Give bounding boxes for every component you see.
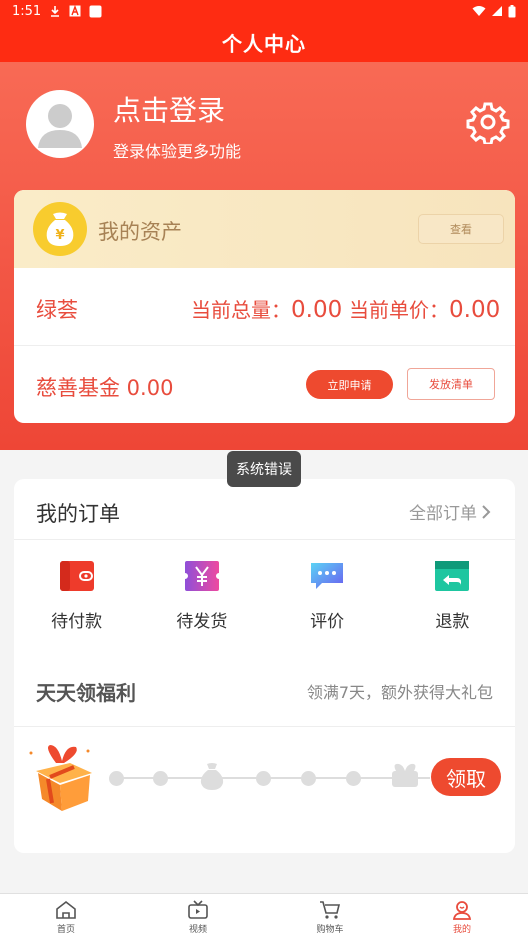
order-review[interactable]: 评价 bbox=[265, 540, 390, 640]
charity-fund-label: 慈善基金 0.00 bbox=[36, 376, 174, 400]
chevron-right-icon bbox=[482, 504, 491, 519]
orders-title: 我的订单 bbox=[36, 502, 120, 526]
yen-icon bbox=[182, 561, 221, 591]
app-icon bbox=[89, 5, 102, 17]
title-bar: 个人中心 bbox=[0, 22, 528, 62]
home-icon bbox=[56, 900, 76, 919]
all-orders-label: 全部订单 bbox=[409, 504, 477, 524]
tab-mine[interactable]: 我的 bbox=[396, 894, 528, 938]
orders-card: 我的订单 全部订单 待付款 待发货 评价 退款 天天领福利 领满7天，额外获得大… bbox=[14, 479, 515, 853]
order-item-label: 评价 bbox=[310, 612, 345, 632]
battery-icon bbox=[508, 4, 516, 17]
lvhui-total-label: 当前总量： bbox=[191, 298, 291, 322]
day-dot bbox=[256, 771, 271, 786]
orders-header: 我的订单 全部订单 bbox=[14, 479, 515, 540]
status-bar: 1:51 bbox=[0, 0, 528, 22]
font-icon bbox=[69, 5, 81, 17]
lvhui-price: 当前单价：0.00 bbox=[349, 294, 500, 323]
page-title: 个人中心 bbox=[222, 31, 306, 56]
login-subtitle: 登录体验更多功能 bbox=[113, 142, 242, 161]
login-title[interactable]: 点击登录 bbox=[113, 89, 225, 129]
day-dot bbox=[109, 771, 124, 786]
cart-icon bbox=[320, 901, 341, 919]
tv-icon bbox=[188, 900, 208, 919]
lvhui-total-value: 0.00 bbox=[291, 297, 343, 323]
assets-title: 我的资产 bbox=[98, 220, 182, 244]
day-dot bbox=[301, 771, 316, 786]
status-time: 1:51 bbox=[12, 3, 42, 19]
all-orders-link[interactable]: 全部订单 bbox=[409, 499, 491, 524]
tab-label: 视频 bbox=[188, 925, 207, 935]
assets-header: ¥ 我的资产 查看 bbox=[14, 190, 515, 268]
claim-button[interactable]: 领取 bbox=[431, 758, 501, 796]
welfare-title: 天天领福利 bbox=[36, 681, 136, 705]
lvhui-price-label: 当前单价： bbox=[349, 298, 449, 322]
day-dot bbox=[153, 771, 168, 786]
view-assets-button[interactable]: 查看 bbox=[418, 214, 504, 244]
order-pending-shipment[interactable]: 待发货 bbox=[139, 540, 264, 640]
tab-label: 购物车 bbox=[316, 925, 344, 935]
gear-icon[interactable] bbox=[466, 100, 510, 144]
money-bag-icon: ¥ bbox=[33, 202, 87, 256]
bottom-tab-bar: 首页 视频 购物车 我的 bbox=[0, 893, 528, 938]
signal-icon bbox=[492, 6, 502, 16]
order-item-label: 待付款 bbox=[51, 612, 103, 632]
tab-cart[interactable]: 购物车 bbox=[264, 894, 396, 938]
tab-home[interactable]: 首页 bbox=[0, 894, 132, 938]
tab-label: 我的 bbox=[452, 925, 471, 935]
order-status-list: 待付款 待发货 评价 退款 bbox=[14, 540, 515, 640]
money-bag-milestone-icon bbox=[200, 763, 224, 790]
avatar[interactable] bbox=[26, 90, 94, 158]
order-item-label: 待发货 bbox=[176, 612, 228, 632]
distribution-list-button[interactable]: 发放清单 bbox=[407, 368, 495, 400]
lvhui-label: 绿荟 bbox=[36, 298, 78, 322]
welfare-progress: 领取 bbox=[14, 729, 515, 819]
refund-icon bbox=[435, 561, 470, 591]
welfare-header: 天天领福利 领满7天，额外获得大礼包 bbox=[14, 665, 515, 727]
profile-icon bbox=[452, 901, 472, 920]
apply-now-button[interactable]: 立即申请 bbox=[306, 370, 393, 399]
user-icon bbox=[38, 104, 82, 148]
wallet-icon bbox=[59, 561, 94, 591]
tab-label: 首页 bbox=[56, 925, 75, 935]
download-icon bbox=[51, 6, 60, 17]
lvhui-price-value: 0.00 bbox=[449, 297, 501, 323]
gift-milestone-icon bbox=[392, 763, 418, 787]
comment-icon bbox=[311, 563, 344, 589]
day-dot bbox=[346, 771, 361, 786]
order-pending-payment[interactable]: 待付款 bbox=[14, 540, 139, 640]
order-refund[interactable]: 退款 bbox=[390, 540, 515, 640]
svg-text:¥: ¥ bbox=[55, 228, 64, 243]
assets-card: ¥ 我的资产 查看 绿荟 当前总量：0.00 当前单价：0.00 慈善基金 0.… bbox=[14, 190, 515, 423]
error-toast: 系统错误 bbox=[227, 451, 301, 487]
wifi-icon bbox=[472, 6, 486, 16]
charity-fund-row: 慈善基金 0.00 立即申请 发放清单 bbox=[14, 346, 515, 423]
lvhui-row: 绿荟 当前总量：0.00 当前单价：0.00 bbox=[14, 268, 515, 346]
welfare-subtitle: 领满7天，额外获得大礼包 bbox=[306, 683, 493, 702]
lvhui-total: 当前总量：0.00 bbox=[191, 294, 342, 323]
tab-video[interactable]: 视频 bbox=[132, 894, 264, 938]
gift-box-icon bbox=[29, 745, 92, 811]
order-item-label: 退款 bbox=[435, 612, 470, 632]
